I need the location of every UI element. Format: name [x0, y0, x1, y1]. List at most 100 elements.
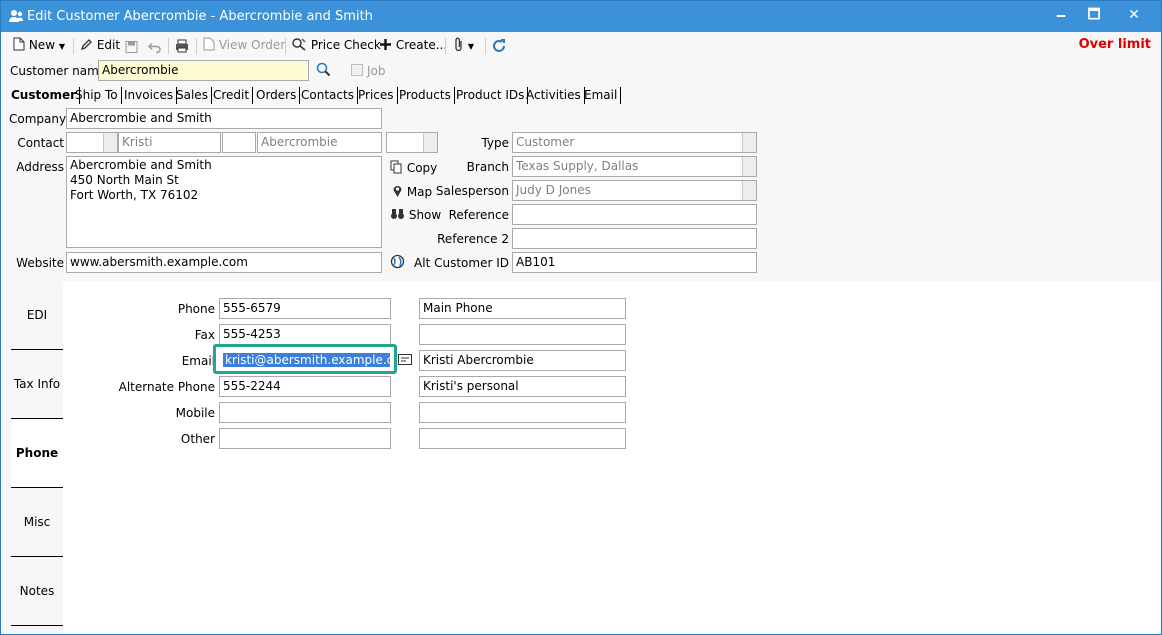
- tab-orders[interactable]: Orders: [256, 87, 301, 104]
- new-dropdown-icon[interactable]: ▼: [59, 42, 65, 51]
- create-button[interactable]: Create...: [379, 37, 447, 55]
- customer-name-label: Customer name: [10, 64, 107, 78]
- email-label: Email: [181, 354, 215, 368]
- tab-product-ids[interactable]: Product IDs: [456, 87, 529, 104]
- contact-first-name-input[interactable]: Kristi: [118, 132, 221, 153]
- email-description-input[interactable]: Kristi Abercrombie: [419, 350, 626, 371]
- job-label: Job: [367, 64, 386, 78]
- toolbar: New ▼ Edit View Order Price Check Create…: [1, 32, 1161, 58]
- window-title: Edit Customer Abercrombie - Abercrombie …: [27, 9, 373, 24]
- customer-app-icon: [9, 10, 23, 22]
- tab-invoices[interactable]: Invoices: [124, 87, 178, 104]
- dropdown-arrow[interactable]: [742, 157, 756, 176]
- side-tab-tax-info[interactable]: Tax Info: [11, 350, 63, 419]
- type-select[interactable]: Customer: [512, 132, 757, 153]
- website-label: Website: [16, 256, 64, 270]
- contact-title-select[interactable]: [66, 132, 118, 153]
- create-label: Create...: [395, 38, 448, 52]
- dropdown-arrow[interactable]: [742, 181, 756, 200]
- tab-customer[interactable]: Customer: [11, 87, 81, 104]
- print-icon[interactable]: [175, 37, 189, 55]
- undo-icon[interactable]: [148, 38, 161, 56]
- alt-customer-id-input[interactable]: AB101: [512, 252, 757, 273]
- reference2-label: Reference 2: [437, 232, 509, 246]
- salesperson-select[interactable]: Judy D Jones: [512, 180, 757, 201]
- website-input[interactable]: www.abersmith.example.com: [66, 252, 382, 273]
- alternate-phone-description-input[interactable]: Kristi's personal: [419, 376, 626, 397]
- tab-credit[interactable]: Credit: [213, 87, 254, 104]
- price-check-button[interactable]: Price Check: [292, 37, 381, 55]
- view-order-button[interactable]: View Order: [203, 37, 285, 55]
- reference2-input[interactable]: [512, 228, 757, 249]
- new-document-icon: [13, 37, 25, 51]
- mobile-description-input[interactable]: [419, 402, 626, 423]
- address-label: Address: [16, 160, 64, 174]
- phone-label: Phone: [177, 302, 215, 316]
- alternate-phone-label: Alternate Phone: [118, 380, 215, 394]
- tab-ship-to[interactable]: Ship To: [75, 87, 122, 104]
- email-selected-text: kristi@abersmith.example.com: [223, 353, 390, 367]
- map-pin-icon: [393, 186, 402, 197]
- edit-button[interactable]: Edit: [80, 37, 120, 55]
- side-tab-phone[interactable]: Phone: [11, 419, 63, 488]
- contact-last-name-input[interactable]: Abercrombie: [257, 132, 382, 153]
- maximize-button[interactable]: 🗖: [1074, 1, 1114, 32]
- search-icon[interactable]: [316, 62, 331, 77]
- dropdown-arrow[interactable]: [742, 133, 756, 152]
- other-input[interactable]: [219, 428, 391, 449]
- mobile-label: Mobile: [175, 406, 215, 420]
- attachment-button[interactable]: ▼: [454, 37, 474, 55]
- tab-products[interactable]: Products: [399, 87, 455, 104]
- attachment-dropdown-icon[interactable]: ▼: [468, 42, 474, 51]
- tab-email[interactable]: Email: [584, 87, 622, 104]
- side-tab-edi[interactable]: EDI: [11, 281, 63, 350]
- side-tab-misc[interactable]: Misc: [11, 488, 63, 557]
- contact-label: Contact: [17, 136, 64, 150]
- tab-prices[interactable]: Prices: [358, 87, 398, 104]
- refresh-icon[interactable]: [492, 37, 506, 55]
- toolbar-separator: [73, 38, 74, 54]
- over-limit-warning: Over limit: [1078, 37, 1151, 52]
- job-checkbox[interactable]: [351, 64, 363, 76]
- phone-input[interactable]: 555-6579: [219, 298, 391, 319]
- side-tabs: EDI Tax Info Phone Misc Notes: [11, 281, 63, 631]
- branch-value: Texas Supply, Dallas: [516, 159, 639, 173]
- save-icon[interactable]: [125, 38, 138, 56]
- pencil-icon: [80, 39, 92, 51]
- reference-input[interactable]: [512, 204, 757, 225]
- close-button[interactable]: ✕: [1114, 1, 1154, 32]
- contact-middle-input[interactable]: [222, 132, 256, 153]
- company-input[interactable]: Abercrombie and Smith: [66, 108, 382, 129]
- email-card-icon[interactable]: [398, 354, 412, 365]
- tab-sales[interactable]: Sales: [176, 87, 212, 104]
- new-label: New: [28, 38, 56, 52]
- new-button[interactable]: New ▼: [13, 37, 65, 55]
- alternate-phone-input[interactable]: 555-2244: [219, 376, 391, 397]
- binoculars-icon: [391, 209, 404, 219]
- toolbar-separator: [445, 38, 446, 54]
- branch-select[interactable]: Texas Supply, Dallas: [512, 156, 757, 177]
- type-label: Type: [481, 136, 509, 150]
- paperclip-icon: [455, 37, 462, 52]
- tab-contacts[interactable]: Contacts: [301, 87, 358, 104]
- view-order-icon: [203, 37, 215, 51]
- mobile-input[interactable]: [219, 402, 391, 423]
- tab-activities[interactable]: Activities: [526, 87, 585, 104]
- price-check-label: Price Check: [310, 38, 381, 52]
- fax-label: Fax: [194, 328, 215, 342]
- side-tab-notes[interactable]: Notes: [11, 557, 63, 626]
- address-textarea[interactable]: Abercrombie and Smith 450 North Main St …: [66, 156, 382, 248]
- customer-name-input[interactable]: Abercrombie: [98, 60, 309, 81]
- fax-input[interactable]: 555-4253: [219, 324, 391, 345]
- toolbar-separator: [485, 38, 486, 54]
- plus-icon: [380, 39, 391, 50]
- phone-description-input[interactable]: Main Phone: [419, 298, 626, 319]
- copy-icon: [390, 160, 402, 174]
- other-description-input[interactable]: [419, 428, 626, 449]
- email-input[interactable]: kristi@abersmith.example.com: [219, 350, 391, 371]
- title-bar: Edit Customer Abercrombie - Abercrombie …: [1, 1, 1161, 32]
- toolbar-separator: [168, 38, 169, 54]
- fax-description-input[interactable]: [419, 324, 626, 345]
- dropdown-arrow[interactable]: [103, 133, 117, 152]
- price-check-icon: [292, 38, 306, 51]
